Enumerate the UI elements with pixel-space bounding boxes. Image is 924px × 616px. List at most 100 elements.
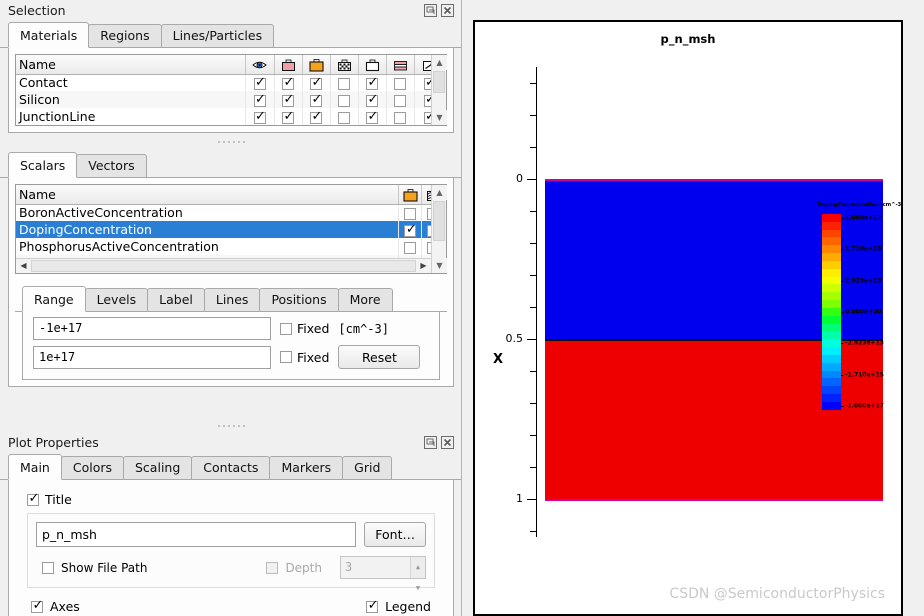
row-checkbox-cell[interactable]: [398, 204, 423, 221]
materials-vertical-scrollbar[interactable]: ▲ ▼: [431, 55, 447, 125]
range-max-fixed-checkbox[interactable]: [280, 351, 292, 363]
title-checkbox-row[interactable]: Title: [17, 488, 445, 507]
tab-contacts[interactable]: Contacts: [191, 456, 271, 479]
title-checkbox[interactable]: [27, 491, 40, 507]
tab-more[interactable]: More: [337, 288, 393, 311]
table-row[interactable]: DopingConcentration: [16, 221, 445, 238]
row-checkbox[interactable]: [310, 109, 323, 125]
scalars-horizontal-scrollbar[interactable]: ◀ ▶: [16, 258, 431, 273]
materials-col-orange-fill-icon[interactable]: [302, 55, 331, 75]
row-checkbox[interactable]: [253, 75, 267, 91]
plot-canvas[interactable]: p_n_msh X 0 0.5 1 DopingConcentration [cm^…: [473, 20, 903, 616]
close-icon[interactable]: [441, 4, 454, 17]
legend-checkbox[interactable]: [366, 598, 379, 614]
table-row[interactable]: Contact: [16, 74, 446, 91]
scalars-col-name[interactable]: Name: [16, 185, 400, 205]
table-row[interactable]: Silicon: [16, 91, 446, 108]
tab-colors[interactable]: Colors: [60, 456, 124, 479]
row-checkbox[interactable]: [366, 75, 379, 91]
depth-checkbox[interactable]: [266, 561, 279, 574]
close-icon[interactable]: [441, 436, 454, 449]
row-checkbox-cell[interactable]: [358, 108, 387, 125]
row-checkbox-cell[interactable]: [302, 91, 331, 108]
row-checkbox[interactable]: [366, 92, 379, 108]
show-file-path-checkbox[interactable]: [42, 561, 54, 574]
row-checkbox-cell[interactable]: [386, 108, 415, 125]
row-checkbox[interactable]: [404, 241, 417, 254]
tab-scaling[interactable]: Scaling: [123, 456, 193, 479]
materials-col-pink-fill-icon[interactable]: [274, 55, 303, 75]
row-checkbox-cell[interactable]: [330, 91, 359, 108]
scalars-col-orange-fill-icon[interactable]: [398, 185, 423, 205]
row-checkbox-cell[interactable]: [398, 238, 423, 255]
row-checkbox[interactable]: [282, 109, 295, 125]
scroll-up-icon[interactable]: ▲: [432, 185, 447, 200]
row-checkbox[interactable]: [338, 77, 350, 90]
tab-vectors[interactable]: Vectors: [76, 154, 147, 177]
row-checkbox[interactable]: [338, 94, 350, 107]
row-checkbox-cell[interactable]: [274, 74, 303, 91]
row-checkbox-cell[interactable]: [302, 108, 331, 125]
row-checkbox[interactable]: [394, 77, 406, 90]
range-min-fixed[interactable]: Fixed: [280, 321, 329, 336]
materials-col-visibility-eye-icon[interactable]: [245, 55, 275, 75]
tab-scalars[interactable]: Scalars: [8, 152, 78, 178]
plot-title-input[interactable]: p_n_msh: [36, 522, 357, 547]
float-icon[interactable]: [424, 4, 437, 17]
range-reset-button[interactable]: Reset: [338, 345, 421, 369]
row-checkbox[interactable]: [310, 92, 323, 108]
tab-regions[interactable]: Regions: [88, 24, 162, 47]
depth-spinner[interactable]: 3 ▲ ▼: [340, 556, 426, 592]
scroll-left-icon[interactable]: ◀: [16, 259, 31, 272]
row-checkbox[interactable]: [404, 207, 417, 220]
tab-label[interactable]: Label: [147, 288, 205, 311]
row-checkbox[interactable]: [310, 75, 323, 91]
materials-col-checker-fill-icon[interactable]: [330, 55, 359, 75]
row-checkbox[interactable]: [253, 109, 267, 125]
scroll-down-icon[interactable]: ▼: [432, 110, 447, 125]
row-checkbox-cell[interactable]: [358, 91, 387, 108]
tab-range[interactable]: Range: [22, 286, 86, 312]
row-checkbox-cell[interactable]: [302, 74, 331, 91]
spinner-down-icon[interactable]: ▼: [416, 578, 420, 599]
tab-materials[interactable]: Materials: [8, 22, 90, 48]
scalars-vertical-scrollbar[interactable]: ▲ ▼: [431, 185, 447, 273]
scrollbar-thumb[interactable]: [31, 260, 416, 272]
row-checkbox-cell[interactable]: [245, 108, 275, 125]
row-checkbox-cell[interactable]: [330, 108, 359, 125]
splitter-scalars-plotprops[interactable]: [0, 421, 461, 431]
tab-main[interactable]: Main: [8, 454, 62, 480]
row-checkbox-cell[interactable]: [245, 91, 275, 108]
materials-col-layers-icon[interactable]: [386, 55, 415, 75]
row-checkbox-cell[interactable]: [386, 74, 415, 91]
scroll-down-icon[interactable]: ▼: [432, 258, 447, 273]
row-checkbox[interactable]: [282, 92, 295, 108]
range-min-input[interactable]: -1e+17: [33, 317, 271, 340]
title-font-button[interactable]: Font…: [364, 522, 426, 547]
row-checkbox-cell[interactable]: [358, 74, 387, 91]
range-min-fixed-checkbox[interactable]: [280, 322, 292, 335]
spinner-up-icon[interactable]: ▲: [416, 557, 420, 578]
scroll-right-icon[interactable]: ▶: [416, 259, 431, 272]
table-row[interactable]: JunctionLine: [16, 108, 446, 125]
tab-levels[interactable]: Levels: [84, 288, 149, 311]
row-checkbox-cell[interactable]: [398, 221, 423, 238]
row-checkbox-cell[interactable]: [386, 91, 415, 108]
tab-grid[interactable]: Grid: [342, 456, 393, 479]
table-row[interactable]: PhosphorusActiveConcentration: [16, 238, 445, 255]
row-checkbox[interactable]: [394, 94, 406, 107]
scrollbar-track[interactable]: [31, 259, 416, 273]
range-max-fixed[interactable]: Fixed: [280, 350, 329, 365]
scrollbar-thumb[interactable]: [433, 71, 445, 93]
row-checkbox[interactable]: [282, 75, 295, 91]
row-checkbox-cell[interactable]: [245, 74, 275, 91]
scrollbar-thumb[interactable]: [433, 201, 445, 241]
tab-lines-particles[interactable]: Lines/Particles: [160, 24, 275, 47]
materials-col-white-fill-icon[interactable]: [358, 55, 387, 75]
tab-markers[interactable]: Markers: [269, 456, 344, 479]
row-checkbox[interactable]: [366, 109, 379, 125]
float-icon[interactable]: [424, 436, 437, 449]
spinner-arrows[interactable]: ▲ ▼: [410, 557, 425, 592]
splitter-selection-scalars[interactable]: [0, 137, 461, 147]
row-checkbox[interactable]: [394, 111, 406, 124]
